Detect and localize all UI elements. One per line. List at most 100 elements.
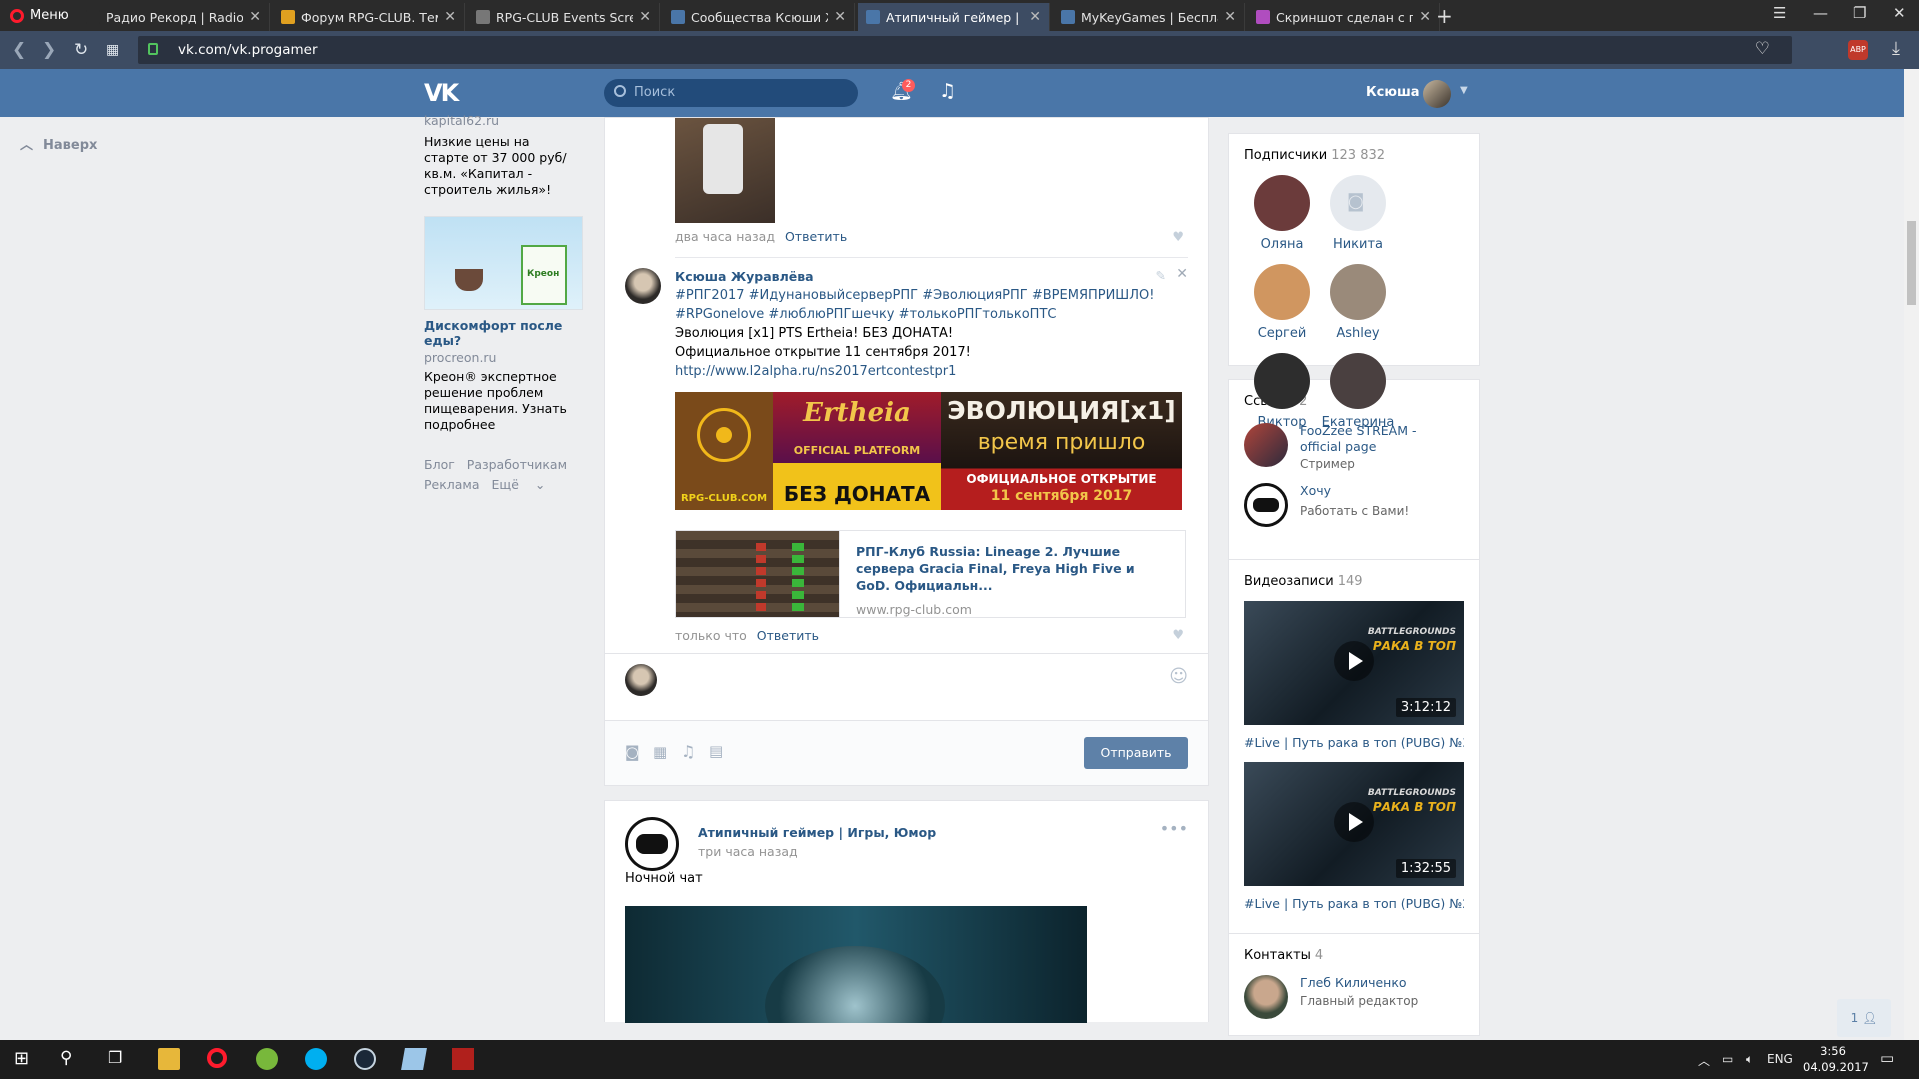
link-title[interactable]: Хочу (1300, 483, 1409, 498)
forward-icon[interactable]: ❯ (42, 40, 56, 60)
downloads-icon[interactable]: ⤓ (1892, 38, 1900, 59)
scrollbar-thumb[interactable] (1907, 221, 1916, 305)
bookmark-heart-icon[interactable]: ♡ (1755, 39, 1770, 59)
close-window-icon[interactable]: ✕ (1893, 4, 1906, 22)
browser-tab[interactable]: Радио Рекорд | Radio Re ✕ (78, 3, 270, 31)
language-indicator[interactable]: ENG (1767, 1052, 1793, 1066)
volume-icon[interactable]: 🔈︎ (1746, 1052, 1753, 1067)
task-view-icon[interactable]: ❐ (108, 1048, 130, 1070)
video-title[interactable]: #Live | Путь рака в топ (PUBG) №3 (1244, 735, 1464, 750)
tab-close-icon[interactable]: ✕ (1029, 9, 1041, 25)
footer-blog-link[interactable]: Блог (424, 457, 455, 472)
browser-tab[interactable]: Атипичный геймер | Игр ✕ (858, 3, 1050, 31)
follower-item[interactable]: Оляна (1244, 175, 1320, 252)
follower-item[interactable]: Екатерина (1320, 353, 1396, 430)
browser-tab[interactable]: Сообщества Ксюши Жур ✕ (663, 3, 855, 31)
video-thumbnail[interactable]: BATTLEGROUNDS РАКА В ТОП 3:12:12 (1244, 601, 1464, 725)
tab-close-icon[interactable]: ✕ (1224, 9, 1236, 25)
post-menu-dots-icon[interactable]: ••• (1160, 819, 1188, 838)
hashtags-line[interactable]: #РПГ2017 #ИдунановыйсерверРПГ #ЭволюцияР… (675, 286, 1175, 305)
restore-icon[interactable]: ❐ (1853, 4, 1866, 22)
contacts-header[interactable]: Контакты 4 (1244, 948, 1464, 963)
action-center-icon[interactable]: ▭ (1880, 1049, 1894, 1067)
app-icon[interactable] (401, 1048, 427, 1070)
browser-tab[interactable]: Скриншот сделан с пом ✕ (1248, 3, 1440, 31)
send-button[interactable]: Отправить (1084, 737, 1188, 769)
post-author[interactable]: Атипичный геймер | Игры, Юмор (698, 825, 936, 840)
tab-close-icon[interactable]: ✕ (639, 9, 651, 25)
contact-name[interactable]: Глеб Киличенко (1300, 975, 1418, 990)
reload-icon[interactable]: ↻ (74, 40, 88, 60)
adblock-icon[interactable]: ABP (1848, 40, 1868, 60)
footer-more-link[interactable]: Ещё ⌄ (492, 477, 558, 492)
comment-author[interactable]: Ксюша Журавлёва (675, 267, 1175, 286)
comment-input[interactable] (669, 660, 1188, 700)
follower-item[interactable]: Сергей (1244, 264, 1320, 341)
search-input[interactable]: Поиск (604, 79, 858, 107)
tray-chevron-icon[interactable]: ︿ (1698, 1052, 1710, 1069)
audio-icon[interactable]: ♫ (681, 742, 695, 761)
browser-tab[interactable]: Форум RPG-CLUB. Тема: F ✕ (273, 3, 465, 31)
followers-header[interactable]: Подписчики 123 832 (1244, 148, 1464, 163)
ad-domain[interactable]: kapital62.ru (424, 113, 584, 128)
opera-icon[interactable] (207, 1048, 227, 1068)
post-image[interactable] (625, 906, 1087, 1023)
community-avatar[interactable] (625, 817, 679, 871)
music-icon[interactable]: ♫ (939, 80, 956, 102)
reply-link[interactable]: Ответить (785, 229, 847, 244)
skype-icon[interactable] (305, 1048, 327, 1070)
tab-close-icon[interactable]: ✕ (444, 9, 456, 25)
commenter-avatar[interactable] (625, 268, 661, 304)
minimize-icon[interactable]: — (1813, 4, 1828, 22)
speed-dial-icon[interactable]: ▦ (106, 42, 119, 58)
vk-logo[interactable]: VK (424, 79, 459, 107)
videos-header[interactable]: Видеозаписи 149 (1244, 574, 1464, 589)
tab-close-icon[interactable]: ✕ (249, 9, 261, 25)
new-tab-plus-icon[interactable]: + (1436, 4, 1453, 28)
follower-item[interactable]: Виктор (1244, 353, 1320, 430)
play-icon[interactable] (1334, 802, 1374, 842)
snippet-title[interactable]: РПГ-Клуб Russia: Lineage 2. Лучшие серве… (856, 543, 1169, 594)
link-snippet[interactable]: РПГ-Клуб Russia: Lineage 2. Лучшие серве… (675, 530, 1186, 618)
post-time[interactable]: три часа назад (698, 844, 936, 859)
browser-tab[interactable]: MyKeyGames | Бесплатны ✕ (1053, 3, 1245, 31)
tab-close-icon[interactable]: ✕ (834, 9, 846, 25)
page-scrollbar[interactable] (1904, 69, 1919, 1040)
ad-text[interactable]: Низкие цены на старте от 37 000 руб/кв.м… (424, 134, 574, 198)
user-name[interactable]: Ксюша (1366, 85, 1420, 100)
delete-x-icon[interactable]: ✕ (1176, 266, 1188, 282)
steam-icon[interactable] (354, 1048, 376, 1070)
back-icon[interactable]: ❮ (12, 40, 26, 60)
comment-photo[interactable] (675, 118, 775, 223)
network-icon[interactable]: ▭ (1722, 1052, 1733, 1066)
scroll-to-top-button[interactable]: ︿ Наверх (20, 134, 97, 153)
link-item[interactable]: Хочу Работать с Вами! (1244, 483, 1464, 527)
dota2-icon[interactable] (452, 1048, 474, 1070)
tab-menu-icon[interactable]: ☰ (1773, 4, 1786, 22)
ad-text[interactable]: Креон® экспертное решение проблем пищева… (424, 369, 574, 433)
like-heart-icon[interactable]: ♥ (1172, 230, 1184, 245)
opera-menu-button[interactable]: Меню (0, 0, 76, 31)
comment-url-link[interactable]: http://www.l2alpha.ru/ns2017ertcontestpr… (675, 362, 1175, 381)
link-item[interactable]: FooZzee STREAM - official page Стример (1244, 423, 1464, 471)
chat-button[interactable]: 1 👤︎ (1837, 999, 1891, 1037)
utorrent-icon[interactable] (256, 1048, 278, 1070)
link-title[interactable]: FooZzee STREAM - official page (1300, 423, 1440, 455)
video-item[interactable]: BATTLEGROUNDS РАКА В ТОП 3:12:12 #Live | Пу… (1244, 601, 1464, 750)
user-avatar[interactable] (1423, 80, 1451, 108)
emoji-icon[interactable]: ☺ (1169, 666, 1188, 687)
video-title[interactable]: #Live | Путь рака в топ (PUBG) №2 (1244, 896, 1464, 911)
follower-item[interactable]: ◙ Никита (1320, 175, 1396, 252)
ad-title[interactable]: Дискомфорт после еды? (424, 318, 584, 348)
video-icon[interactable]: ▦ (653, 743, 667, 761)
promo-banner[interactable]: RPG-CLUB.COM Ertheia OFFICIAL PLATFORM Б… (675, 392, 1182, 510)
browser-tab[interactable]: RPG-CLUB Events Screensh ✕ (468, 3, 660, 31)
camera-icon[interactable]: ◙ (625, 743, 640, 761)
document-icon[interactable]: ▤ (709, 742, 723, 760)
footer-dev-link[interactable]: Разработчикам (467, 457, 567, 472)
reply-link[interactable]: Ответить (757, 628, 819, 643)
play-icon[interactable] (1334, 641, 1374, 681)
windows-start-icon[interactable]: ⊞ (14, 1048, 36, 1070)
contact-item[interactable]: Глеб Киличенко Главный редактор (1244, 975, 1464, 1019)
clock[interactable]: 3:56 04.09.2017 (1803, 1043, 1869, 1075)
